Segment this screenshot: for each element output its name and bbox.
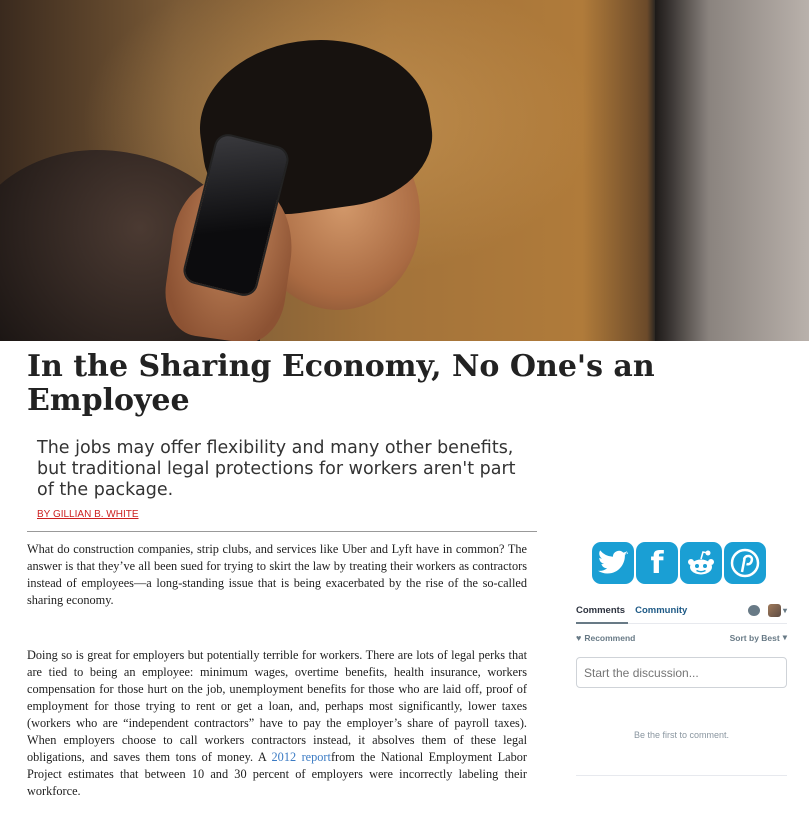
comments-widget: Comments Community ▾ ♥ Recommend Sort by… xyxy=(576,600,787,740)
reddit-icon[interactable] xyxy=(680,542,722,584)
report-link[interactable]: 2012 report xyxy=(272,750,331,764)
comments-tabs: Comments Community ▾ xyxy=(576,600,787,620)
chevron-down-icon[interactable]: ▾ xyxy=(783,606,787,615)
author-byline-link[interactable]: By GILLIAN B. WHITE xyxy=(37,509,139,520)
facebook-icon[interactable]: f xyxy=(636,542,678,584)
paragraph-1: What do construction companies, strip cl… xyxy=(27,542,527,607)
article-headline: In the Sharing Economy, No One's an Empl… xyxy=(27,349,655,418)
hero-photo xyxy=(0,0,809,341)
recommend-button[interactable]: Recommend xyxy=(584,633,635,643)
paragraph-2-text: Doing so is great for employers but pote… xyxy=(27,648,527,764)
comments-toolbar: ♥ Recommend Sort by Best ▾ xyxy=(576,632,787,643)
empty-comments-message: Be the first to comment. xyxy=(633,730,730,740)
heart-icon: ♥ xyxy=(576,632,582,643)
sort-dropdown[interactable]: Sort by Best xyxy=(730,633,780,643)
tab-comments[interactable]: Comments xyxy=(576,605,625,616)
pinterest-icon[interactable] xyxy=(724,542,766,584)
avatar[interactable] xyxy=(767,603,781,617)
comments-divider xyxy=(576,775,787,776)
twitter-icon[interactable] xyxy=(592,542,634,584)
article-dek: The jobs may offer flexibility and many … xyxy=(37,438,516,500)
pinterest-p-icon xyxy=(730,548,760,578)
paragraph-2: Doing so is great for employers but pote… xyxy=(27,647,527,800)
article-body: What do construction companies, strip cl… xyxy=(27,541,527,838)
header-divider xyxy=(27,531,537,532)
facebook-glyph: f xyxy=(650,545,664,581)
discussion-input[interactable] xyxy=(576,657,787,688)
social-share-bar: f xyxy=(592,542,766,584)
reddit-alien-icon xyxy=(688,550,714,575)
chevron-down-icon[interactable]: ▾ xyxy=(783,632,787,643)
tab-community[interactable]: Community xyxy=(635,605,687,616)
twitter-bird-icon xyxy=(598,550,628,574)
chat-bubble-icon[interactable] xyxy=(747,604,760,616)
tabs-underline xyxy=(576,622,787,624)
hero-background-wall xyxy=(655,0,809,341)
